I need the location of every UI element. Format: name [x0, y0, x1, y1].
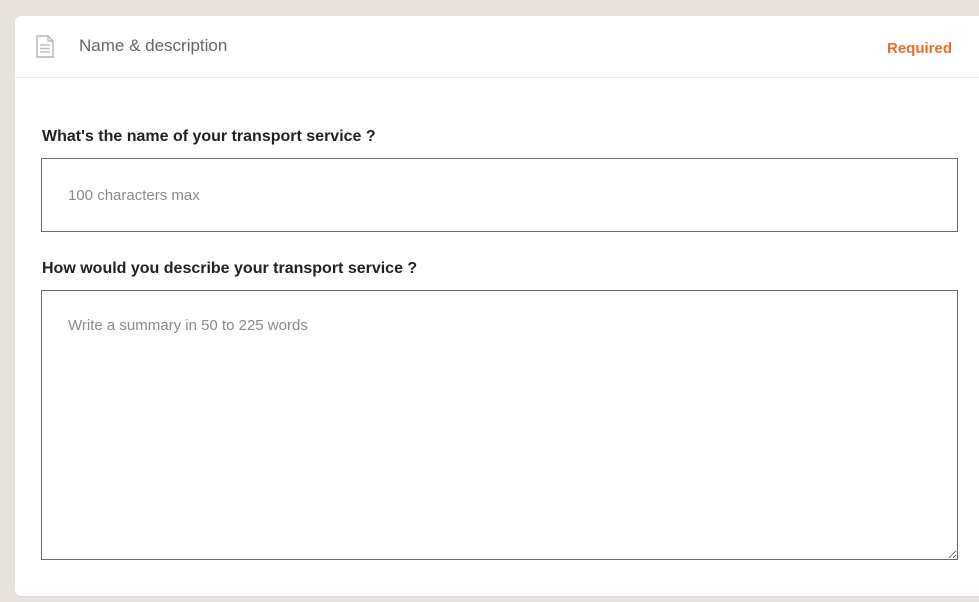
name-description-card: Name & description Required What's the n… — [15, 16, 979, 596]
required-badge: Required — [887, 40, 953, 57]
document-icon — [36, 35, 54, 58]
service-description-textarea[interactable] — [41, 290, 958, 560]
service-description-label: How would you describe your transport se… — [42, 260, 418, 277]
section-header: Name & description Required — [15, 16, 979, 78]
service-name-label: What's the name of your transport servic… — [42, 128, 376, 145]
section-title: Name & description — [79, 36, 228, 55]
service-name-input[interactable] — [41, 158, 958, 232]
